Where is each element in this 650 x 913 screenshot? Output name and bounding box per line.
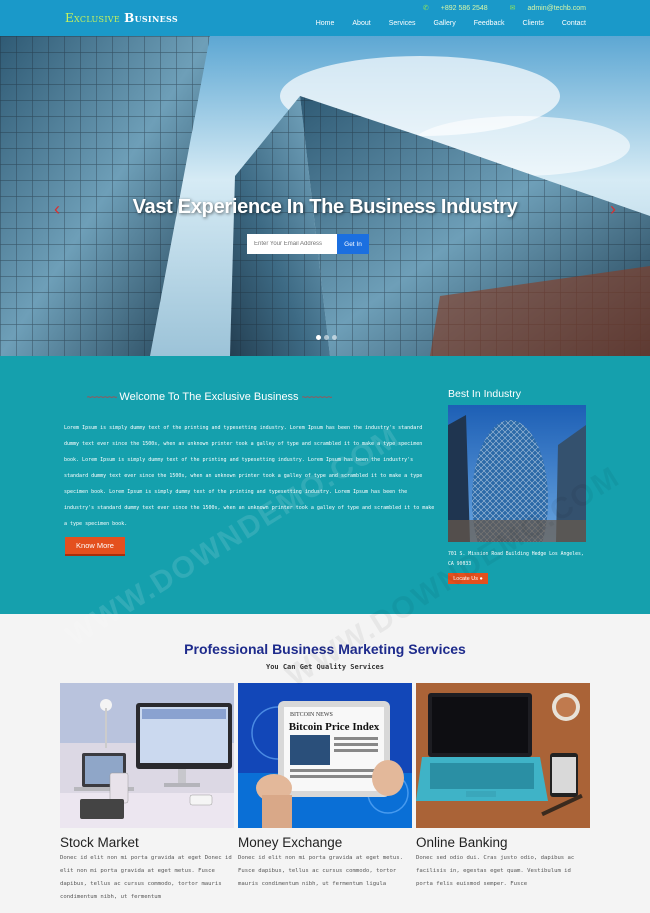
service-text: Donec id elit non mi porta gravida at eg…: [238, 855, 404, 887]
nav-clients[interactable]: Clients: [522, 20, 543, 27]
nav-home[interactable]: Home: [316, 20, 335, 27]
phone-text: +892 586 2548: [440, 5, 488, 12]
logo-part1: Exclusive: [65, 11, 121, 25]
welcome-paragraph: Lorem Ipsum is simply dummy text of the …: [64, 425, 435, 527]
service-card-online-banking[interactable]: Online Banking Donec sed odio dui. Cras …: [416, 683, 590, 891]
header-contact: ✆ +892 586 2548 ✉ admin@techb.com: [403, 4, 586, 12]
phone-icon: ✆: [422, 5, 429, 12]
hero-email-input[interactable]: [247, 234, 337, 254]
site-header: Exclusive Business ✆ +892 586 2548 ✉ admin…: [0, 0, 650, 36]
service-text: Donec sed odio dui. Cras justo odio, dap…: [416, 855, 575, 887]
online-banking-image: [416, 683, 590, 828]
nav-services[interactable]: Services: [389, 20, 416, 27]
service-title: Money Exchange: [238, 835, 343, 850]
logo-part2: Business: [124, 11, 178, 25]
welcome-section: ~~~~~~~ Welcome To The Exclusive Busines…: [0, 356, 650, 614]
service-text: Donec id elit non mi porta gravida at eg…: [60, 855, 232, 900]
money-exchange-image: Bitcoin Price Index BITCOIN NEWS: [238, 683, 412, 828]
hero-submit-button[interactable]: Get In: [337, 234, 369, 254]
newspaper-masthead: BITCOIN NEWS: [290, 712, 333, 718]
services-subtitle: You Can Get Quality Services: [265, 663, 384, 671]
stock-market-image: [60, 683, 234, 828]
email-link[interactable]: admin@techb.com: [528, 5, 586, 12]
service-card-stock-market[interactable]: Stock Market Donec id elit non mi porta …: [60, 683, 234, 904]
services-section: Professional Business Marketing Services…: [0, 614, 650, 913]
nav-gallery[interactable]: Gallery: [434, 20, 456, 27]
locate-us-label: Locate Us: [453, 575, 478, 582]
locate-us-button[interactable]: Locate Us ●: [448, 573, 488, 584]
nav-about[interactable]: About: [352, 20, 370, 27]
best-industry-image: [448, 405, 586, 542]
company-address: 701 S. Mission Road Building Hedge Los A…: [448, 552, 584, 567]
slider-dot-2[interactable]: [324, 335, 329, 340]
hero-email-form: Get In: [247, 234, 369, 254]
welcome-title: Welcome To The Exclusive Business: [119, 391, 299, 403]
service-title: Online Banking: [416, 835, 508, 850]
slider-dot-3[interactable]: [332, 335, 337, 340]
hero-title: Vast Experience In The Business Industry: [132, 196, 518, 218]
hero-banner: ‹ › Vast Experience In The Business Indu…: [0, 36, 650, 356]
slider-dot-1[interactable]: [316, 335, 321, 340]
heading-decoration-right: ~~~~~~~: [301, 392, 333, 402]
heading-decoration-left: ~~~~~~~: [86, 392, 118, 402]
nav-contact[interactable]: Contact: [562, 20, 586, 27]
best-in-industry-title: Best In Industry: [448, 388, 521, 400]
site-logo[interactable]: Exclusive Business: [65, 11, 178, 25]
service-title: Stock Market: [60, 835, 139, 850]
slider-dots: [316, 335, 337, 340]
email-icon: ✉: [509, 5, 516, 12]
welcome-heading: ~~~~~~~ Welcome To The Exclusive Busines…: [64, 391, 354, 403]
service-card-money-exchange[interactable]: Bitcoin Price Index BITCOIN NEWS Money E…: [238, 683, 412, 891]
main-nav: Home About Services Gallery Feedback Cli…: [298, 20, 586, 27]
services-title: Professional Business Marketing Services: [184, 641, 466, 657]
nav-feedback[interactable]: Feedback: [474, 20, 505, 27]
know-more-button[interactable]: Know More: [65, 537, 125, 556]
page: Exclusive Business ✆ +892 586 2548 ✉ admin…: [0, 0, 650, 913]
location-pin-icon: ●: [479, 575, 483, 582]
email-item[interactable]: ✉ admin@techb.com: [500, 5, 586, 12]
phone-item: ✆ +892 586 2548: [413, 5, 488, 12]
newspaper-title: Bitcoin Price Index: [289, 721, 380, 733]
